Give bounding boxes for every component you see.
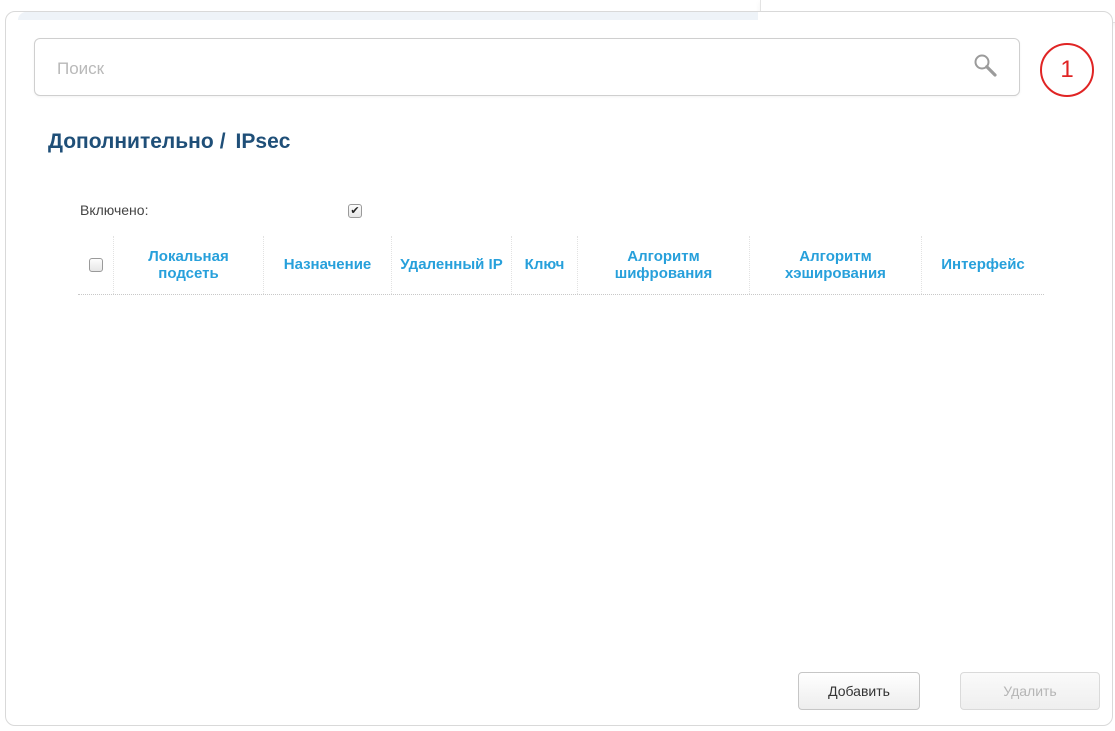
add-button[interactable]: Добавить [798, 672, 920, 710]
column-remote-ip[interactable]: Удаленный IP [392, 236, 512, 294]
delete-button[interactable]: Удалить [960, 672, 1100, 710]
column-encryption-algorithm[interactable]: Алгоритм шифрования [578, 236, 750, 294]
column-destination[interactable]: Назначение [264, 236, 392, 294]
enabled-label: Включено: [80, 202, 149, 218]
search-bar[interactable] [34, 38, 1020, 96]
notification-badge[interactable]: 1 [1040, 43, 1094, 97]
checkmark-icon: ✔ [350, 204, 360, 217]
rules-table-header: Локальная подсеть Назначение Удаленный I… [78, 236, 1044, 295]
page-title: IPsec [235, 130, 291, 153]
search-icon[interactable] [972, 52, 1000, 80]
column-hash-algorithm[interactable]: Алгоритм хэширования [750, 236, 922, 294]
panel-top-strip [18, 12, 758, 20]
search-input[interactable] [55, 55, 959, 83]
column-local-subnet[interactable]: Локальная подсеть [114, 236, 264, 294]
breadcrumb-separator: / [219, 130, 226, 153]
main-panel [5, 11, 1113, 726]
column-key[interactable]: Ключ [512, 236, 578, 294]
enabled-checkbox[interactable]: ✔ [348, 204, 362, 218]
select-all-cell [78, 236, 114, 294]
select-all-checkbox[interactable] [88, 258, 103, 272]
breadcrumb-parent[interactable]: Дополнительно [48, 130, 214, 153]
breadcrumb: Дополнительно / IPsec [48, 130, 290, 154]
column-interface[interactable]: Интерфейс [922, 236, 1044, 294]
